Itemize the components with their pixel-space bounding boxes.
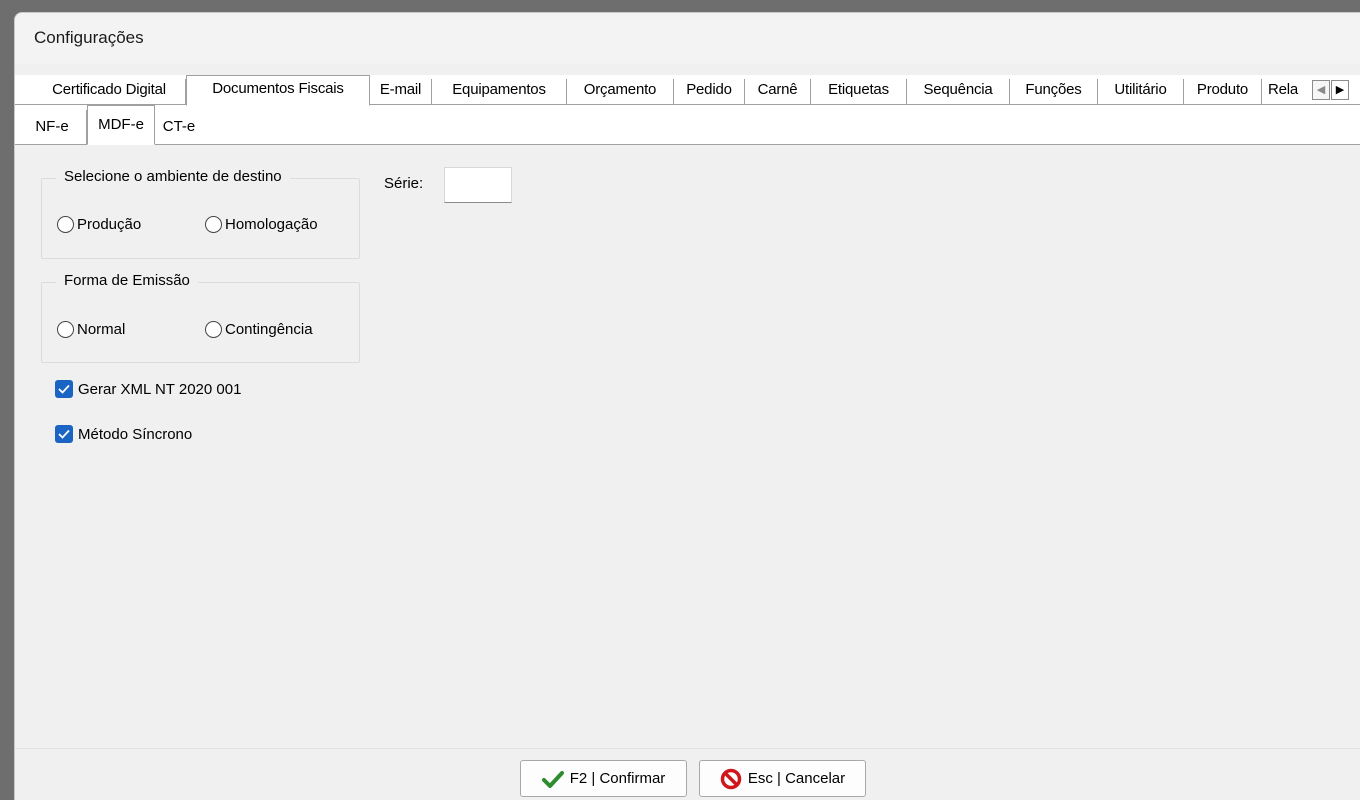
confirm-button-label: F2 | Confirmar [569, 770, 666, 787]
serie-label: Série: [384, 175, 424, 192]
radio-homologacao[interactable]: Homologação [205, 216, 318, 233]
radio-circle-icon [205, 216, 222, 233]
tab-utilitario[interactable]: Utilitário [1098, 79, 1184, 105]
checkmark-icon [541, 770, 564, 788]
tab-pedido[interactable]: Pedido [674, 79, 745, 105]
checkbox-metodo-sincrono[interactable]: Método Síncrono [55, 425, 192, 443]
tab-certificado-digital[interactable]: Certificado Digital [33, 79, 186, 105]
tab-etiquetas[interactable]: Etiquetas [811, 79, 907, 105]
checkbox-checked-icon [55, 425, 73, 443]
config-window: Configurações Certificado Digital Docume… [14, 12, 1360, 800]
confirm-button[interactable]: F2 | Confirmar [520, 760, 687, 797]
tab-documentos-fiscais[interactable]: Documentos Fiscais [186, 75, 370, 106]
sub-tab-strip: NF-e MDF-e CT-e [15, 105, 1360, 145]
subtab-nfe[interactable]: NF-e [18, 110, 87, 145]
tab-rela[interactable]: Rela [1262, 79, 1306, 105]
tab-sequencia[interactable]: Sequência [907, 79, 1010, 105]
subtab-cte[interactable]: CT-e [155, 110, 203, 145]
radio-producao-label: Produção [77, 216, 142, 233]
checkbox-gerar-xml[interactable]: Gerar XML NT 2020 001 [55, 380, 241, 398]
tab-scroll-left-icon[interactable]: ◀ [1312, 80, 1330, 100]
tab-scroll-right-icon[interactable]: ▶ [1331, 80, 1349, 100]
radio-normal[interactable]: Normal [57, 321, 125, 338]
checkbox-gerar-xml-label: Gerar XML NT 2020 001 [78, 380, 242, 398]
tab-funcoes[interactable]: Funções [1010, 79, 1098, 105]
prohibited-icon [720, 768, 742, 790]
footer-bar: F2 | Confirmar Esc | Cancelar [15, 748, 1360, 800]
radio-producao[interactable]: Produção [57, 216, 141, 233]
subtab-mdfe[interactable]: MDF-e [87, 105, 155, 145]
checkbox-metodo-sincrono-label: Método Síncrono [78, 425, 193, 443]
radio-contingencia[interactable]: Contingência [205, 321, 313, 338]
tab-carne[interactable]: Carnê [745, 79, 811, 105]
radio-normal-label: Normal [77, 321, 126, 338]
ambiente-groupbox: Selecione o ambiente de destino Produção… [41, 168, 360, 259]
checkbox-checked-icon [55, 380, 73, 398]
radio-homologacao-label: Homologação [225, 216, 318, 233]
main-tab-strip: Certificado Digital Documentos Fiscais E… [15, 75, 1360, 106]
cancel-button-label: Esc | Cancelar [747, 770, 846, 787]
tab-equipamentos[interactable]: Equipamentos [432, 79, 567, 105]
emissao-groupbox: Forma de Emissão Normal Contingência [41, 272, 360, 363]
ambiente-legend: Selecione o ambiente de destino [56, 168, 290, 185]
serie-input[interactable] [444, 167, 512, 203]
radio-circle-icon [205, 321, 222, 338]
radio-circle-icon [57, 216, 74, 233]
radio-circle-icon [57, 321, 74, 338]
window-title: Configurações [15, 13, 1360, 64]
tab-email[interactable]: E-mail [370, 79, 432, 105]
tab-orcamento[interactable]: Orçamento [567, 79, 674, 105]
cancel-button[interactable]: Esc | Cancelar [699, 760, 866, 797]
emissao-legend: Forma de Emissão [56, 272, 198, 289]
radio-contingencia-label: Contingência [225, 321, 313, 338]
tab-produto[interactable]: Produto [1184, 79, 1262, 105]
